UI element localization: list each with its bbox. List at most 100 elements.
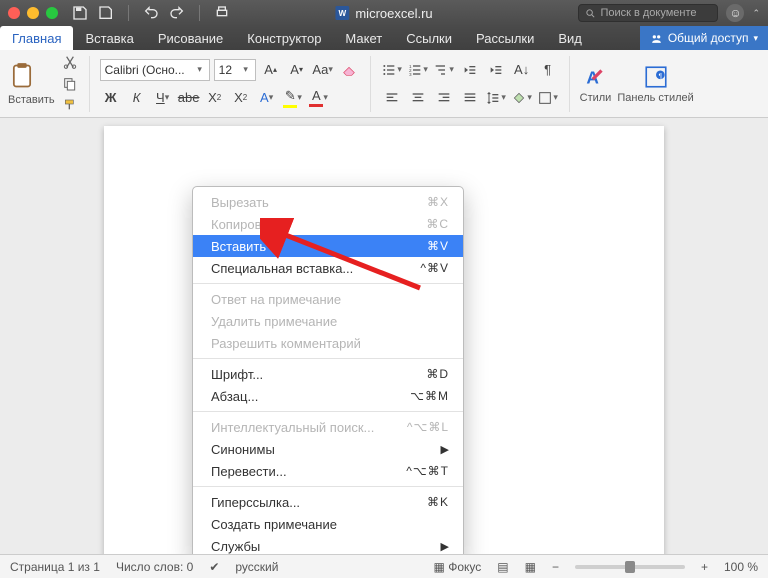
align-center-icon[interactable] xyxy=(407,87,429,109)
bold-icon[interactable]: Ж xyxy=(100,87,122,109)
document-area: Вырезать⌘XКопировать⌘CВставить⌘VСпециаль… xyxy=(0,118,768,554)
tab-design[interactable]: Конструктор xyxy=(235,26,333,50)
context-menu-item[interactable]: Службы▶ xyxy=(193,535,463,554)
svg-text:3: 3 xyxy=(409,72,412,77)
align-right-icon[interactable] xyxy=(433,87,455,109)
maximize-window-icon[interactable] xyxy=(46,7,58,19)
tab-view[interactable]: Вид xyxy=(546,26,594,50)
share-button[interactable]: Общий доступ ▾ xyxy=(640,26,768,50)
copy-icon[interactable] xyxy=(61,76,79,92)
sort-icon[interactable]: A↓ xyxy=(511,59,533,81)
format-painter-icon[interactable] xyxy=(61,98,79,114)
zoom-in-icon[interactable]: + xyxy=(701,560,708,574)
context-menu-item[interactable]: Создать примечание xyxy=(193,513,463,535)
borders-icon[interactable]: ▾ xyxy=(537,87,559,109)
status-bar: Страница 1 из 1 Число слов: 0 ✔︎ русский… xyxy=(0,554,768,578)
context-menu-separator xyxy=(193,283,463,284)
highlight-icon[interactable]: ✎▾ xyxy=(282,87,304,109)
save-icon[interactable] xyxy=(72,5,88,21)
context-menu-separator xyxy=(193,358,463,359)
print-icon[interactable] xyxy=(214,5,230,21)
styles-button[interactable]: A Стили xyxy=(580,64,612,104)
tab-home[interactable]: Главная xyxy=(0,26,73,50)
web-layout-view-icon[interactable]: ▦ xyxy=(525,560,536,574)
separator xyxy=(569,56,570,112)
decrease-font-icon[interactable]: A▾ xyxy=(286,59,308,81)
strikethrough-icon[interactable]: abe xyxy=(178,87,200,109)
paste-button[interactable]: Вставить xyxy=(8,62,55,106)
help-smile-icon[interactable]: ☺ xyxy=(726,4,744,22)
close-window-icon[interactable] xyxy=(8,7,20,19)
change-case-icon[interactable]: Aa▾ xyxy=(312,59,334,81)
search-placeholder: Поиск в документе xyxy=(600,7,696,19)
undo-icon[interactable] xyxy=(143,5,159,21)
increase-font-icon[interactable]: A▴ xyxy=(260,59,282,81)
document-title: W microexcel.ru xyxy=(335,6,432,21)
italic-icon[interactable]: К xyxy=(126,87,148,109)
svg-text:¶: ¶ xyxy=(658,73,662,80)
search-input[interactable]: Поиск в документе xyxy=(578,4,718,22)
clear-formatting-icon[interactable] xyxy=(338,59,360,81)
separator xyxy=(128,5,129,21)
separator xyxy=(199,5,200,21)
bullets-icon[interactable]: ▾ xyxy=(381,59,403,81)
decrease-indent-icon[interactable] xyxy=(459,59,481,81)
align-left-icon[interactable] xyxy=(381,87,403,109)
status-words[interactable]: Число слов: 0 xyxy=(116,560,193,574)
context-menu-item: Интеллектуальный поиск...^⌥⌘L xyxy=(193,416,463,438)
tab-references[interactable]: Ссылки xyxy=(394,26,464,50)
print-layout-view-icon[interactable]: ▤ xyxy=(497,560,508,574)
line-spacing-icon[interactable]: ▾ xyxy=(485,87,507,109)
context-menu-item[interactable]: Абзац...⌥⌘M xyxy=(193,385,463,407)
context-menu-item[interactable]: Синонимы▶ xyxy=(193,438,463,460)
tab-insert[interactable]: Вставка xyxy=(73,26,145,50)
shading-icon[interactable]: ▾ xyxy=(511,87,533,109)
context-menu-separator xyxy=(193,411,463,412)
ribbon-tabs: Главная Вставка Рисование Конструктор Ма… xyxy=(0,26,768,50)
zoom-slider[interactable] xyxy=(575,565,685,569)
justify-icon[interactable] xyxy=(459,87,481,109)
context-menu: Вырезать⌘XКопировать⌘CВставить⌘VСпециаль… xyxy=(192,186,464,554)
context-menu-item[interactable]: Гиперссылка...⌘K xyxy=(193,491,463,513)
increase-indent-icon[interactable] xyxy=(485,59,507,81)
cut-icon[interactable] xyxy=(61,54,79,70)
search-icon xyxy=(585,8,596,19)
font-color-icon[interactable]: A▾ xyxy=(308,87,330,109)
clipboard-icon xyxy=(8,62,36,90)
share-icon xyxy=(650,32,663,45)
text-effects-icon[interactable]: A▾ xyxy=(256,87,278,109)
window-controls xyxy=(8,7,58,19)
context-menu-item: Вырезать⌘X xyxy=(193,191,463,213)
separator xyxy=(370,56,371,112)
context-menu-separator xyxy=(193,486,463,487)
numbering-icon[interactable]: 123▾ xyxy=(407,59,429,81)
document-title-text: microexcel.ru xyxy=(355,6,432,21)
zoom-value[interactable]: 100 % xyxy=(724,560,758,574)
zoom-out-icon[interactable]: − xyxy=(552,560,559,574)
font-name-select[interactable]: Calibri (Осно...▾ xyxy=(100,59,210,81)
status-language[interactable]: русский xyxy=(235,560,278,574)
minimize-window-icon[interactable] xyxy=(27,7,39,19)
subscript-icon[interactable]: X2 xyxy=(204,87,226,109)
tab-draw[interactable]: Рисование xyxy=(146,26,235,50)
multilevel-list-icon[interactable]: ▾ xyxy=(433,59,455,81)
styles-pane-button[interactable]: ¶ Панель стилей xyxy=(617,64,693,104)
context-menu-item: Копировать⌘C xyxy=(193,213,463,235)
status-spellcheck-icon[interactable]: ✔︎ xyxy=(209,560,219,574)
styles-pane-icon: ¶ xyxy=(643,64,669,90)
context-menu-item[interactable]: Шрифт...⌘D xyxy=(193,363,463,385)
redo-icon[interactable] xyxy=(169,5,185,21)
font-size-select[interactable]: 12▾ xyxy=(214,59,256,81)
underline-icon[interactable]: Ч▾ xyxy=(152,87,174,109)
superscript-icon[interactable]: X2 xyxy=(230,87,252,109)
focus-mode-button[interactable]: ▦ Фокус xyxy=(434,560,482,574)
status-page[interactable]: Страница 1 из 1 xyxy=(10,560,100,574)
save-as-icon[interactable] xyxy=(98,5,114,21)
show-marks-icon[interactable]: ¶ xyxy=(537,59,559,81)
context-menu-item[interactable]: Специальная вставка...^⌘V xyxy=(193,257,463,279)
tab-layout[interactable]: Макет xyxy=(333,26,394,50)
context-menu-item[interactable]: Перевести...^⌥⌘T xyxy=(193,460,463,482)
tab-mailings[interactable]: Рассылки xyxy=(464,26,546,50)
ribbon-collapse-icon[interactable]: ⌃ xyxy=(752,8,760,19)
context-menu-item[interactable]: Вставить⌘V xyxy=(193,235,463,257)
